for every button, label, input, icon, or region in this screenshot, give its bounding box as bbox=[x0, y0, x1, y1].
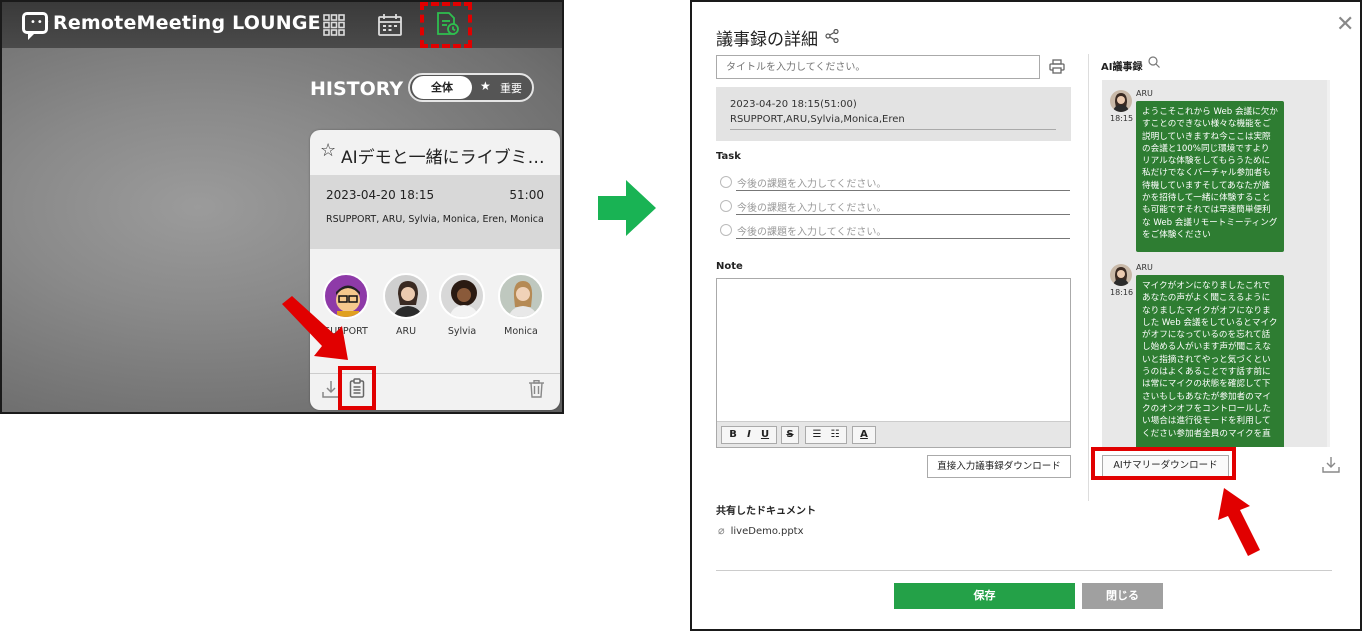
column-divider bbox=[1088, 54, 1089, 501]
message-time: 18:16 bbox=[1110, 288, 1134, 297]
shared-file[interactable]: ⌀ liveDemo.pptx bbox=[718, 524, 804, 537]
speaker-avatar bbox=[1110, 264, 1132, 286]
note-heading: Note bbox=[716, 261, 743, 272]
footer-divider bbox=[716, 570, 1332, 571]
task-item[interactable]: 今後の課題を入力してください。 bbox=[720, 197, 1072, 215]
participant-name: Monica bbox=[504, 326, 538, 337]
chat-scrollbar[interactable] bbox=[1327, 80, 1330, 447]
save-button[interactable]: 保存 bbox=[894, 583, 1075, 609]
direct-minutes-download-button[interactable]: 直接入力議事録ダウンロード bbox=[927, 455, 1071, 478]
card-duration: 51:00 bbox=[509, 188, 544, 202]
paperclip-icon: ⌀ bbox=[718, 524, 725, 537]
meta-divider bbox=[730, 129, 1056, 130]
participant-name: ARU bbox=[395, 326, 417, 337]
ai-minutes-heading: AI議事録 bbox=[1101, 62, 1143, 73]
red-pointer-arrow-icon bbox=[1218, 488, 1260, 556]
grid-icon[interactable] bbox=[322, 14, 346, 36]
shared-file-name[interactable]: liveDemo.pptx bbox=[731, 526, 804, 537]
task-input[interactable]: 今後の課題を入力してください。 bbox=[737, 223, 886, 238]
speaker-avatar bbox=[1110, 90, 1132, 112]
task-item[interactable]: 今後の課題を入力してください。 bbox=[720, 221, 1072, 239]
speaker-name: ARU bbox=[1136, 263, 1153, 272]
strike-button[interactable]: S bbox=[781, 426, 799, 444]
filter-all-button[interactable]: 全体 bbox=[412, 76, 472, 99]
task-checkbox[interactable] bbox=[720, 224, 732, 236]
calendar-icon[interactable] bbox=[378, 14, 402, 36]
task-item[interactable]: 今後の課題を入力してください。 bbox=[720, 173, 1072, 191]
meeting-members: RSUPPORT,ARU,Sylvia,Monica,Eren bbox=[730, 114, 905, 125]
filter-important-button[interactable]: 重要 bbox=[500, 80, 522, 96]
trash-icon[interactable] bbox=[528, 380, 545, 398]
highlight-box-ai-summary bbox=[1091, 447, 1236, 480]
bold-button[interactable]: B bbox=[725, 427, 741, 443]
red-pointer-arrow-icon bbox=[282, 296, 348, 360]
participant-name: Sylvia bbox=[447, 326, 477, 337]
task-input[interactable]: 今後の課題を入力してください。 bbox=[737, 175, 886, 190]
card-info: 2023-04-20 18:15 51:00 RSUPPORT, ARU, Sy… bbox=[310, 175, 560, 249]
card-members: RSUPPORT, ARU, Sylvia, Monica, Eren, Mon… bbox=[326, 214, 544, 225]
title-input[interactable] bbox=[716, 55, 1040, 79]
brand-title: RemoteMeeting LOUNGE bbox=[53, 12, 321, 34]
task-heading: Task bbox=[716, 151, 741, 162]
speaker-name: ARU bbox=[1136, 89, 1153, 98]
bullet-list-icon[interactable]: ☷ bbox=[826, 427, 844, 443]
message-bubble: マイクがオンになりましたこれであなたの声がよく聞こえるようになりましたマイクがオ… bbox=[1136, 275, 1284, 447]
history-title: HISTORY bbox=[310, 78, 404, 100]
message-time: 18:15 bbox=[1110, 114, 1134, 123]
highlight-box-clipboard bbox=[338, 366, 376, 410]
participant-avatar bbox=[439, 273, 485, 319]
participant-avatar bbox=[383, 273, 429, 319]
task-checkbox[interactable] bbox=[720, 176, 732, 188]
participant-avatar bbox=[498, 273, 544, 319]
lounge-panel: ••• RemoteMeeting LOUNGE HISTORY 全体 ★ 重要… bbox=[0, 0, 564, 414]
star-icon: ★ bbox=[480, 79, 491, 93]
ordered-list-icon[interactable]: ☰ bbox=[808, 427, 826, 443]
meeting-date: 2023-04-20 18:15(51:00) bbox=[730, 99, 857, 110]
download-icon[interactable] bbox=[1322, 456, 1340, 473]
card-date: 2023-04-20 18:15 bbox=[326, 188, 435, 202]
top-bar: ••• RemoteMeeting LOUNGE bbox=[2, 2, 562, 48]
logo-icon: ••• bbox=[22, 12, 50, 40]
font-color-button[interactable]: A bbox=[852, 426, 876, 444]
message-bubble: ようこそこれから Web 会議に欠かすことのできない様々な機能をご説明していきま… bbox=[1136, 101, 1284, 252]
task-input[interactable]: 今後の課題を入力してください。 bbox=[737, 199, 886, 214]
transition-arrow-icon bbox=[598, 180, 656, 236]
search-icon[interactable] bbox=[1148, 56, 1160, 68]
list-buttons: ☰ ☷ bbox=[805, 426, 847, 444]
note-editor[interactable]: BIU S ☰ ☷ A bbox=[716, 278, 1071, 448]
shared-documents-heading: 共有したドキュメント bbox=[716, 506, 816, 517]
card-title: AIデモと一緒にライブミ… bbox=[341, 148, 545, 168]
underline-button[interactable]: U bbox=[757, 427, 773, 443]
print-icon[interactable] bbox=[1049, 59, 1065, 74]
close-button[interactable]: 閉じる bbox=[1082, 583, 1163, 609]
star-outline-icon[interactable]: ☆ bbox=[320, 140, 336, 161]
highlight-box-minutes-icon bbox=[420, 2, 472, 48]
close-icon[interactable]: ✕ bbox=[1336, 12, 1354, 37]
ai-chat-transcript[interactable]: ARU 18:15 ようこそこれから Web 会議に欠かすことのできない様々な機… bbox=[1102, 80, 1330, 447]
editor-toolbar: BIU S ☰ ☷ A bbox=[717, 421, 1070, 447]
share-icon[interactable] bbox=[825, 29, 839, 43]
history-filter-toggle[interactable]: 全体 ★ 重要 bbox=[408, 73, 534, 102]
italic-button[interactable]: I bbox=[741, 427, 757, 443]
task-checkbox[interactable] bbox=[720, 200, 732, 212]
meeting-info: 2023-04-20 18:15(51:00) RSUPPORT,ARU,Syl… bbox=[716, 87, 1071, 141]
dialog-title: 議事録の詳細 bbox=[716, 30, 818, 50]
